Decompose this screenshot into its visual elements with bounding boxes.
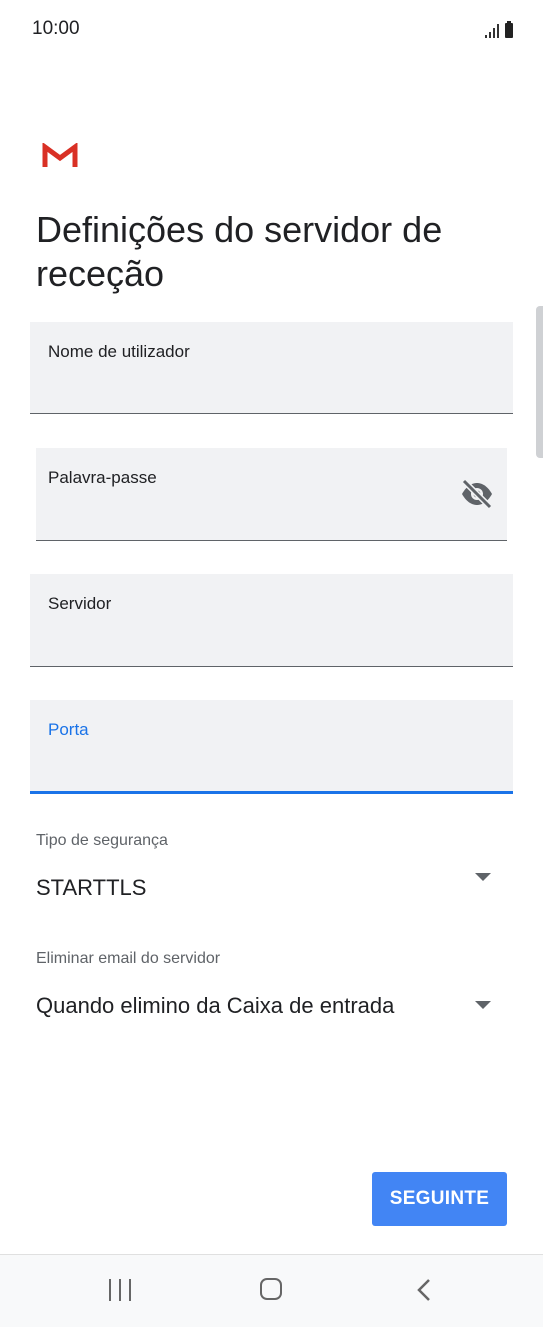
security-type-dropdown[interactable]: Tipo de segurança STARTTLS [0, 820, 543, 910]
status-bar: 10:00 [0, 0, 543, 60]
security-type-value: STARTTLS [36, 875, 147, 900]
server-label: Servidor [48, 594, 112, 613]
password-field[interactable]: Palavra-passe [36, 448, 507, 541]
next-button[interactable]: SEGUINTE [372, 1172, 507, 1226]
home-icon[interactable] [260, 1278, 282, 1300]
username-label: Nome de utilizador [48, 342, 190, 361]
chevron-down-icon [475, 1001, 491, 1009]
battery-icon [505, 21, 513, 38]
username-field[interactable]: Nome de utilizador [30, 322, 513, 414]
gmail-logo [42, 143, 78, 167]
chevron-down-icon [475, 873, 491, 881]
password-label: Palavra-passe [48, 468, 157, 487]
server-input[interactable] [48, 624, 453, 656]
page-title: Definições do servidor de receção [36, 209, 443, 294]
delete-email-label: Eliminar email do servidor [36, 950, 221, 967]
eye-off-icon[interactable] [459, 478, 495, 510]
signal-icon [485, 24, 499, 38]
server-field[interactable]: Servidor [30, 574, 513, 667]
recent-apps-icon[interactable] [109, 1279, 131, 1301]
username-input[interactable] [48, 371, 453, 403]
delete-email-value: Quando elimino da Caixa de entrada [36, 993, 395, 1018]
port-label: Porta [48, 720, 89, 739]
back-icon[interactable] [414, 1277, 434, 1303]
status-time: 10:00 [32, 18, 80, 39]
password-input[interactable] [48, 498, 447, 530]
navigation-bar [0, 1254, 543, 1327]
security-type-label: Tipo de segurança [36, 832, 168, 849]
port-input[interactable] [48, 749, 453, 781]
status-icons [485, 20, 513, 38]
port-field[interactable]: Porta [30, 700, 513, 794]
delete-email-dropdown[interactable]: Eliminar email do servidor Quando elimin… [0, 940, 543, 1030]
scroll-handle[interactable] [536, 306, 543, 458]
